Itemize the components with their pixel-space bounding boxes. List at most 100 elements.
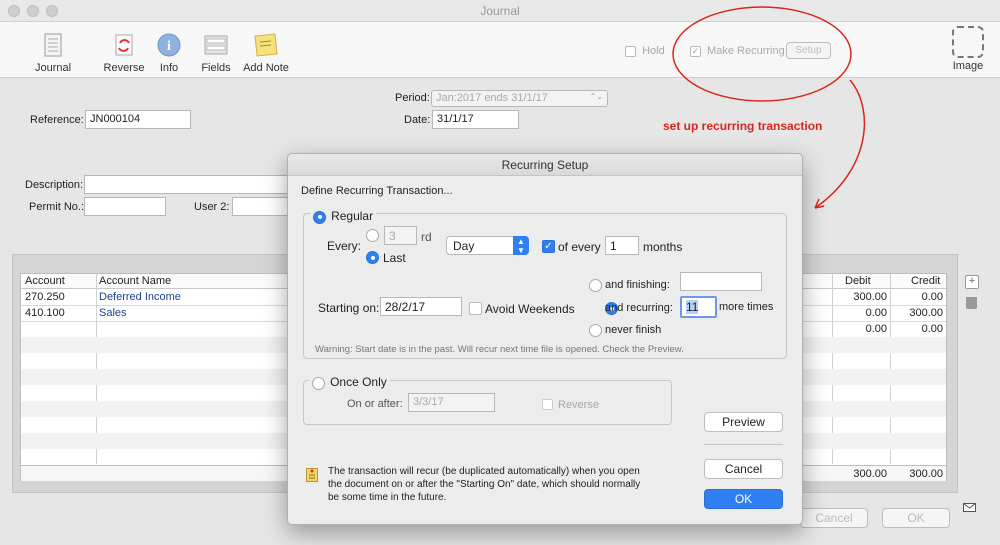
add-note-button[interactable]: Add Note <box>235 26 297 76</box>
journal-icon <box>40 32 66 58</box>
row-debit: 300.00 <box>853 291 887 303</box>
total-debit: 300.00 <box>853 468 887 480</box>
header-account-name: Account Name <box>99 275 172 287</box>
updown-icon: ⌃⌄ <box>589 92 603 101</box>
row-account: 270.250 <box>25 291 65 303</box>
header-credit: Credit <box>911 275 941 287</box>
journal-button[interactable]: Journal <box>22 26 84 76</box>
header-account: Account <box>25 275 65 287</box>
annotation-ellipse <box>672 6 852 102</box>
period-value: Jan:2017 ends 31/1/17 <box>436 92 548 104</box>
row-credit: 300.00 <box>909 307 943 319</box>
unit-value: Day <box>453 239 475 253</box>
row-account-name: Sales <box>99 307 127 319</box>
cancel-button[interactable]: Cancel <box>800 508 868 528</box>
dialog-title: Recurring Setup <box>288 154 802 176</box>
of-every-input[interactable]: 1 <box>605 236 639 255</box>
preview-button[interactable]: Preview <box>704 412 783 432</box>
dialog-heading: Define Recurring Transaction... <box>301 185 453 197</box>
journal-label: Journal <box>34 62 72 74</box>
unit-select[interactable]: Day ▲ ▼ <box>446 236 529 255</box>
hold-option[interactable]: Hold <box>625 45 665 57</box>
sticky-note-icon <box>253 32 279 58</box>
date-input[interactable]: 31/1/17 <box>432 110 519 129</box>
annotation-text: set up recurring transaction <box>663 119 823 133</box>
image-button[interactable]: Image <box>943 26 993 72</box>
annotation-arrow <box>814 79 866 209</box>
ordinal-suffix: rd <box>421 230 432 244</box>
once-only-option[interactable]: Once Only <box>309 375 390 390</box>
and-finishing-input[interactable] <box>680 272 762 291</box>
reference-label: Reference: <box>30 114 84 126</box>
regular-label: Regular <box>331 209 374 223</box>
description-input[interactable] <box>84 175 289 194</box>
header-debit: Debit <box>845 275 871 287</box>
of-every-checkbox[interactable]: ✓ <box>542 240 555 253</box>
user2-label: User 2: <box>194 201 230 213</box>
permit-label: Permit No.: <box>29 201 85 213</box>
svg-text:i: i <box>167 39 171 54</box>
once-only-radio[interactable] <box>312 376 325 390</box>
and-recurring-label: and recurring: <box>605 302 673 314</box>
every-nth-input[interactable]: 3 <box>384 226 417 245</box>
row-debit: 0.00 <box>865 323 887 335</box>
reverse-icon <box>111 32 137 58</box>
avoid-weekends-label: Avoid Weekends <box>485 302 575 316</box>
total-credit: 300.00 <box>909 468 943 480</box>
info-icon: i <box>156 32 182 58</box>
ok-button[interactable]: OK <box>882 508 950 528</box>
never-finish-radio[interactable] <box>589 324 602 337</box>
once-only-label: Once Only <box>330 375 387 389</box>
never-finish-label: never finish <box>605 324 662 336</box>
and-finishing-radio[interactable] <box>589 279 602 292</box>
warning-text: Warning: Start date is in the past. Will… <box>315 344 684 355</box>
period-select[interactable]: Jan:2017 ends 31/1/17 ⌃⌄ <box>431 90 608 107</box>
row-credit: 0.00 <box>921 291 943 303</box>
and-finishing-label: and finishing: <box>605 279 670 291</box>
add-note-label: Add Note <box>243 62 289 74</box>
reference-input[interactable]: JN000104 <box>85 110 191 129</box>
recurring-count-value: 11 <box>686 300 699 314</box>
regular-option[interactable]: Regular <box>310 209 377 224</box>
description-label: Description: <box>25 179 84 191</box>
avoid-weekends-checkbox[interactable] <box>469 302 482 315</box>
note-icon <box>306 468 318 482</box>
more-times-label: more times <box>719 301 774 313</box>
last-label: Last <box>383 251 406 265</box>
row-credit: 0.00 <box>921 323 943 335</box>
trash-icon[interactable] <box>966 297 977 309</box>
every-label: Every: <box>327 239 362 253</box>
date-label: Date: <box>404 114 431 126</box>
recurring-note-text: The transaction will recur (be duplicate… <box>328 466 641 503</box>
permit-input[interactable] <box>84 197 166 216</box>
dialog-ok-button[interactable]: OK <box>704 489 783 509</box>
hold-label: Hold <box>642 45 665 57</box>
reverse-label: Reverse <box>558 399 599 411</box>
add-line-icon[interactable]: + <box>965 275 979 289</box>
email-icon[interactable] <box>963 503 976 512</box>
period-label: Period: <box>395 92 430 104</box>
image-label: Image <box>952 60 984 72</box>
on-or-after-label: On or after: <box>347 398 403 410</box>
months-label: months <box>643 240 683 254</box>
last-radio[interactable] <box>366 251 379 264</box>
annotation-arrowhead <box>814 198 825 209</box>
fields-icon <box>203 32 229 58</box>
image-placeholder-icon <box>952 26 984 58</box>
dialog-cancel-button[interactable]: Cancel <box>704 459 783 479</box>
user2-input[interactable] <box>232 197 289 216</box>
recurring-count-input[interactable]: 11 <box>680 296 717 318</box>
on-or-after-input[interactable]: 3/3/17 <box>408 393 495 412</box>
hold-checkbox[interactable] <box>625 45 636 57</box>
regular-radio[interactable] <box>313 210 326 224</box>
starting-on-label: Starting on: <box>318 301 380 315</box>
recurring-setup-dialog: Recurring Setup Define Recurring Transac… <box>287 153 803 525</box>
row-debit: 0.00 <box>865 307 887 319</box>
row-account: 410.100 <box>25 307 65 319</box>
row-account-name: Deferred Income <box>99 291 181 303</box>
updown-icon: ▲ ▼ <box>513 236 529 255</box>
every-nth-radio[interactable] <box>366 229 379 242</box>
reverse-checkbox[interactable] <box>542 399 553 410</box>
button-divider <box>704 444 783 445</box>
starting-on-input[interactable]: 28/2/17 <box>380 297 462 316</box>
